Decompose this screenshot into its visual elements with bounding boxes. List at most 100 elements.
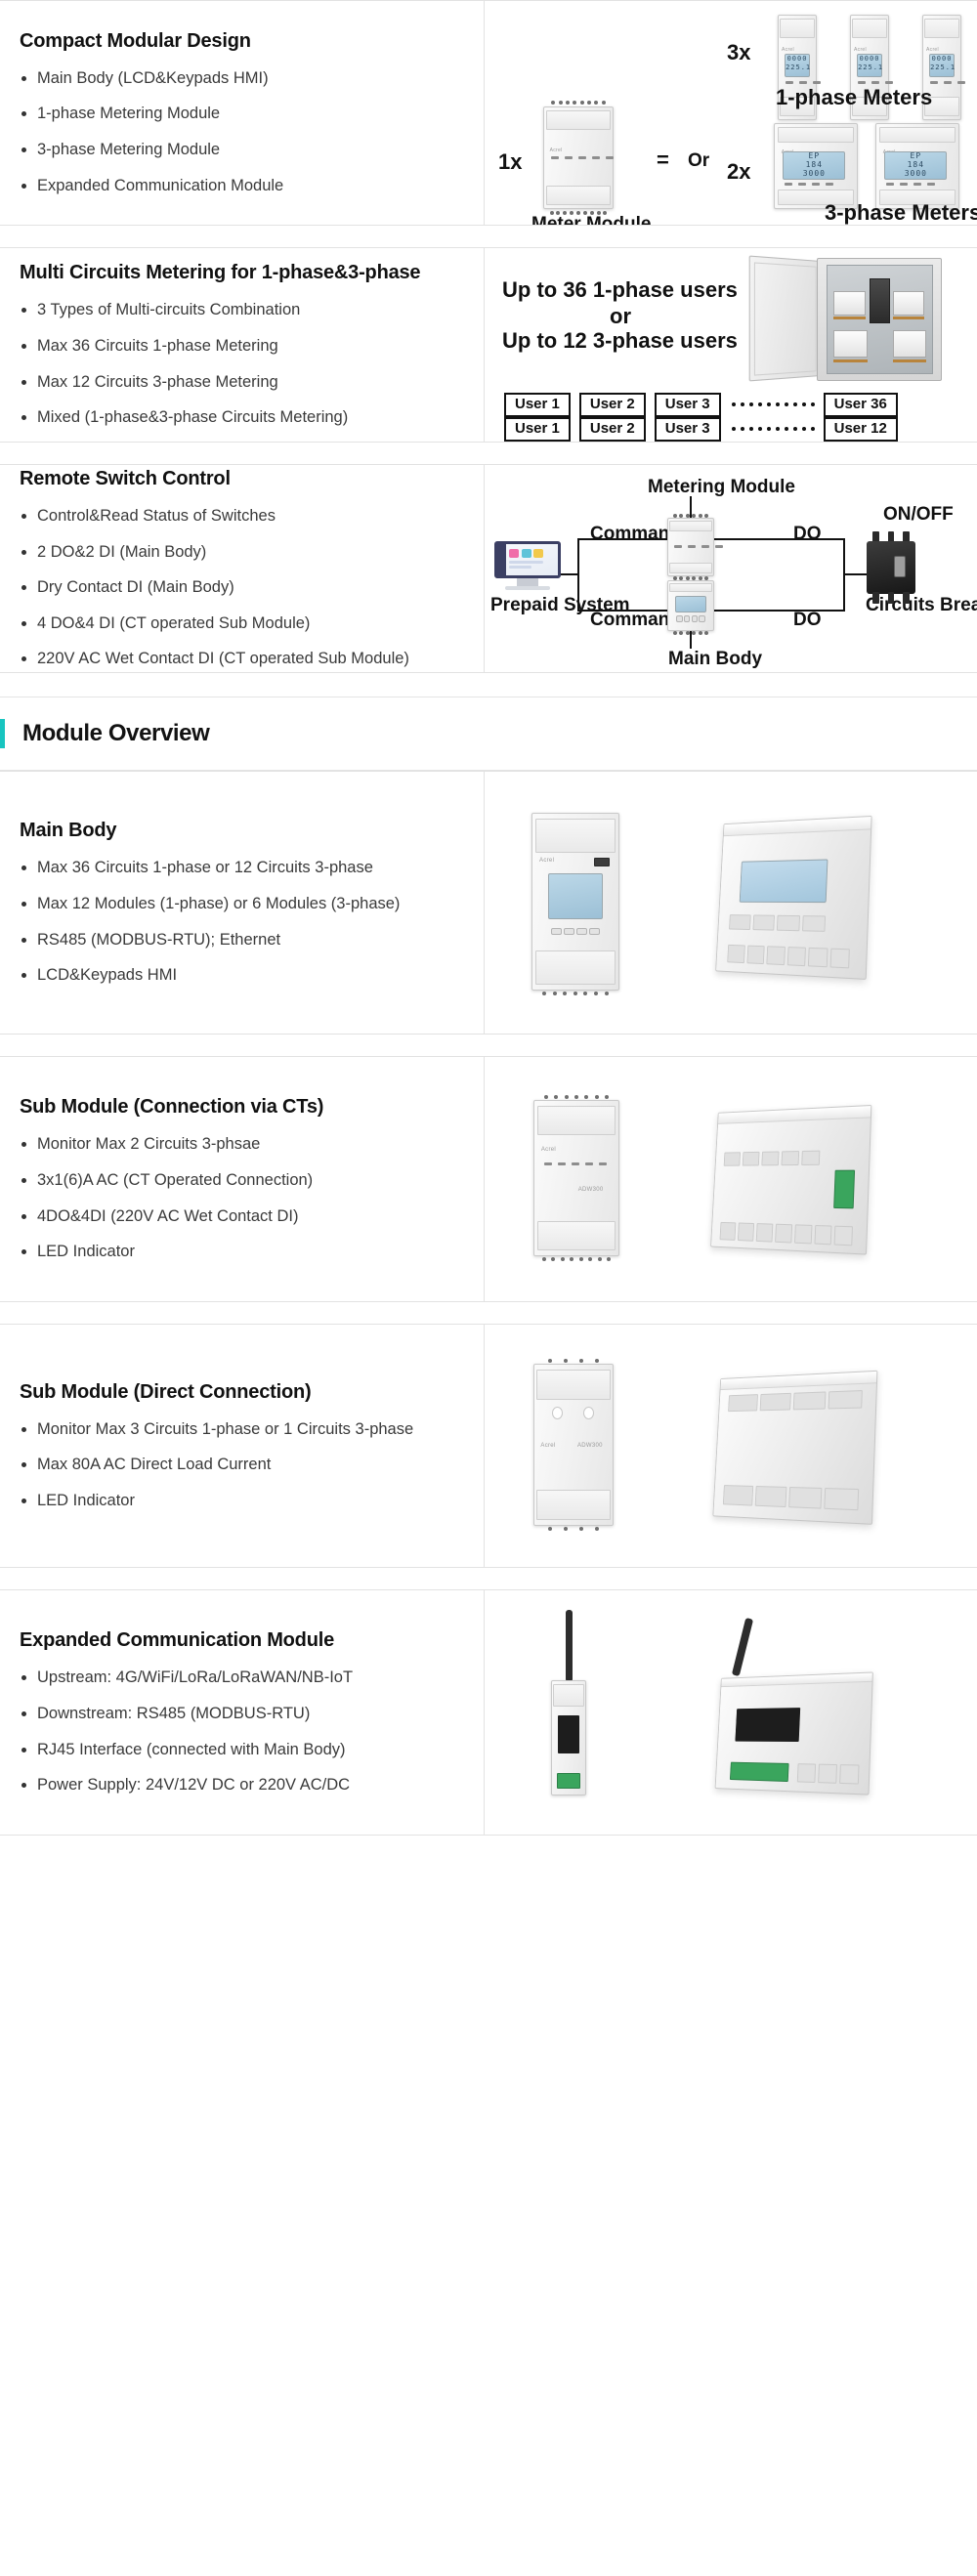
module-card-main-body: Main Body Max 36 Circuits 1-phase or 12 … bbox=[0, 771, 977, 1035]
prepaid-system-monitor bbox=[494, 541, 561, 592]
cabinet-door bbox=[748, 255, 821, 382]
module-title: Sub Module (Direct Connection) bbox=[20, 1380, 312, 1403]
dashboard-tile bbox=[509, 566, 531, 570]
led-indicator-row bbox=[724, 1150, 821, 1166]
main-body-lcd bbox=[675, 596, 706, 612]
green-terminal-tab bbox=[730, 1761, 789, 1782]
module-bullet-text: RS485 (MODBUS-RTU); Ethernet bbox=[37, 930, 281, 949]
lcd-line-1: EP bbox=[808, 150, 821, 160]
prepaid-system-label: Prepaid System bbox=[490, 595, 630, 615]
feature-bullet: 220V AC Wet Contact DI (CT operated Sub … bbox=[20, 649, 458, 669]
keypad-row bbox=[676, 615, 705, 622]
user-box: User 1 bbox=[504, 393, 571, 417]
meter-terminal-marks bbox=[929, 80, 965, 84]
circuit-breaker-device bbox=[867, 531, 915, 604]
module-title: Sub Module (Connection via CTs) bbox=[20, 1096, 324, 1119]
terminal-block bbox=[727, 944, 851, 968]
communication-module-iso-view bbox=[714, 1671, 873, 1795]
capacity-headline-1-phase: Up to 36 1-phase users bbox=[502, 277, 738, 302]
sub-module-ct-product-photos: Acrel ADW300 bbox=[484, 1057, 977, 1301]
bullet-dot-icon bbox=[21, 585, 26, 591]
dashboard-tile bbox=[509, 548, 520, 558]
module-bottom-cap bbox=[534, 950, 616, 985]
module-bottom-cap bbox=[546, 186, 611, 205]
or-label: Or bbox=[688, 150, 710, 171]
feature-bullet: 4 DO&4 DI (CT operated Sub Module) bbox=[20, 613, 458, 634]
three-phase-meter: Acrel EP 184 3000 bbox=[774, 123, 858, 209]
model-mark: ADW300 bbox=[577, 1187, 604, 1194]
module-bullet-text: 4DO&4DI (220V AC Wet Contact DI) bbox=[37, 1206, 299, 1225]
do-label-bottom: DO bbox=[793, 610, 822, 630]
module-top-cap bbox=[546, 110, 611, 130]
breaker-toggle[interactable] bbox=[894, 556, 906, 577]
bullet-dot-icon bbox=[21, 343, 26, 349]
feature-title: Multi Circuits Metering for 1-phase&3-ph… bbox=[20, 262, 421, 284]
terminal-block bbox=[797, 1762, 860, 1785]
breaker-group bbox=[833, 291, 866, 316]
module-bullet: Monitor Max 2 Circuits 3-phsae bbox=[20, 1134, 458, 1155]
user-box: User 1 bbox=[504, 417, 571, 442]
top-terminal-pins bbox=[541, 1095, 612, 1099]
module-top-face bbox=[718, 1106, 871, 1124]
user-box: User 36 bbox=[823, 393, 898, 417]
bullet-dot-icon bbox=[21, 308, 26, 314]
led-indicator-row bbox=[544, 1162, 608, 1166]
connector-line bbox=[561, 573, 578, 575]
bottom-terminal-block bbox=[722, 1485, 859, 1511]
module-bullet-text: Max 36 Circuits 1-phase or 12 Circuits 3… bbox=[37, 859, 373, 877]
bullet-dot-icon bbox=[21, 75, 26, 81]
keypad-row bbox=[729, 914, 827, 932]
bullet-dot-icon bbox=[21, 1710, 26, 1716]
bullet-dot-icon bbox=[21, 1213, 26, 1219]
ir-port bbox=[594, 858, 611, 866]
keypad-row bbox=[548, 928, 603, 935]
feature-bullet: Main Body (LCD&Keypads HMI) bbox=[20, 68, 458, 89]
feature-bullet: 1-phase Metering Module bbox=[20, 104, 458, 124]
bullet-dot-icon bbox=[21, 1177, 26, 1183]
green-terminal-tab bbox=[556, 1772, 581, 1790]
feature-card-remote-switch-control: Remote Switch Control Control&Read Statu… bbox=[0, 464, 977, 673]
bullet-dot-icon bbox=[21, 379, 26, 385]
feature-bullet-text: Expanded Communication Module bbox=[37, 176, 284, 194]
product-feature-page: Compact Modular Design Main Body (LCD&Ke… bbox=[0, 0, 977, 1861]
user-box: User 2 bbox=[578, 417, 646, 442]
feature-card-compact-modular-design: Compact Modular Design Main Body (LCD&Ke… bbox=[0, 0, 977, 226]
led-window bbox=[551, 1406, 563, 1419]
ellipsis-dots bbox=[731, 402, 815, 407]
bullet-dot-icon bbox=[21, 1498, 26, 1503]
sub-module-ct-iso-view bbox=[710, 1104, 872, 1255]
feature-bullet: 3-phase Metering Module bbox=[20, 140, 458, 160]
multiplier-label-2x: 2x bbox=[727, 159, 751, 184]
bullet-dot-icon bbox=[21, 620, 26, 626]
brand-mark: Acrel bbox=[854, 46, 867, 53]
bullet-dot-icon bbox=[21, 1142, 26, 1148]
module-bullet-text: Max 80A AC Direct Load Current bbox=[37, 1456, 272, 1474]
user-box: User 12 bbox=[823, 417, 898, 442]
brand-mark: Acrel bbox=[539, 858, 555, 864]
module-card-expanded-communication: Expanded Communication Module Upstream: … bbox=[0, 1589, 977, 1836]
feature-bullet-text: 2 DO&2 DI (Main Body) bbox=[37, 542, 207, 561]
modular-design-illustration: 1x Acrel Meter Module = Or 3x Acrel 0000… bbox=[484, 1, 977, 225]
feature-bullet-text: Main Body (LCD&Keypads HMI) bbox=[37, 68, 269, 87]
bullet-dot-icon bbox=[21, 513, 26, 519]
bullet-dot-icon bbox=[21, 901, 26, 907]
module-bullet-text: RJ45 Interface (connected with Main Body… bbox=[37, 1740, 346, 1758]
meter-top-cap bbox=[852, 19, 887, 39]
breaker-body bbox=[867, 541, 915, 594]
module-bullet: Downstream: RS485 (MODBUS-RTU) bbox=[20, 1704, 458, 1724]
bullet-dot-icon bbox=[21, 148, 26, 152]
feature-bullet-list: Main Body (LCD&Keypads HMI) 1-phase Mete… bbox=[20, 68, 458, 196]
module-card-sub-module-direct: Sub Module (Direct Connection) Monitor M… bbox=[0, 1324, 977, 1568]
meter-terminal-marks bbox=[886, 183, 936, 187]
metering-module-device bbox=[667, 514, 723, 580]
bullet-dot-icon bbox=[21, 415, 26, 421]
feature-text-block: Remote Switch Control Control&Read Statu… bbox=[0, 465, 484, 672]
feature-bullet-list: Control&Read Status of Switches 2 DO&2 D… bbox=[20, 506, 458, 669]
module-top-face bbox=[723, 816, 871, 836]
user-row-1-phase: User 1 User 2 User 3 User 36 bbox=[504, 393, 907, 417]
module-overview-section-header: Module Overview bbox=[0, 697, 977, 771]
module-title: Expanded Communication Module bbox=[20, 1629, 334, 1652]
bullet-dot-icon bbox=[21, 549, 26, 555]
feature-bullet-text: 1-phase Metering Module bbox=[37, 105, 221, 123]
bottom-terminal-pins bbox=[539, 1257, 614, 1261]
